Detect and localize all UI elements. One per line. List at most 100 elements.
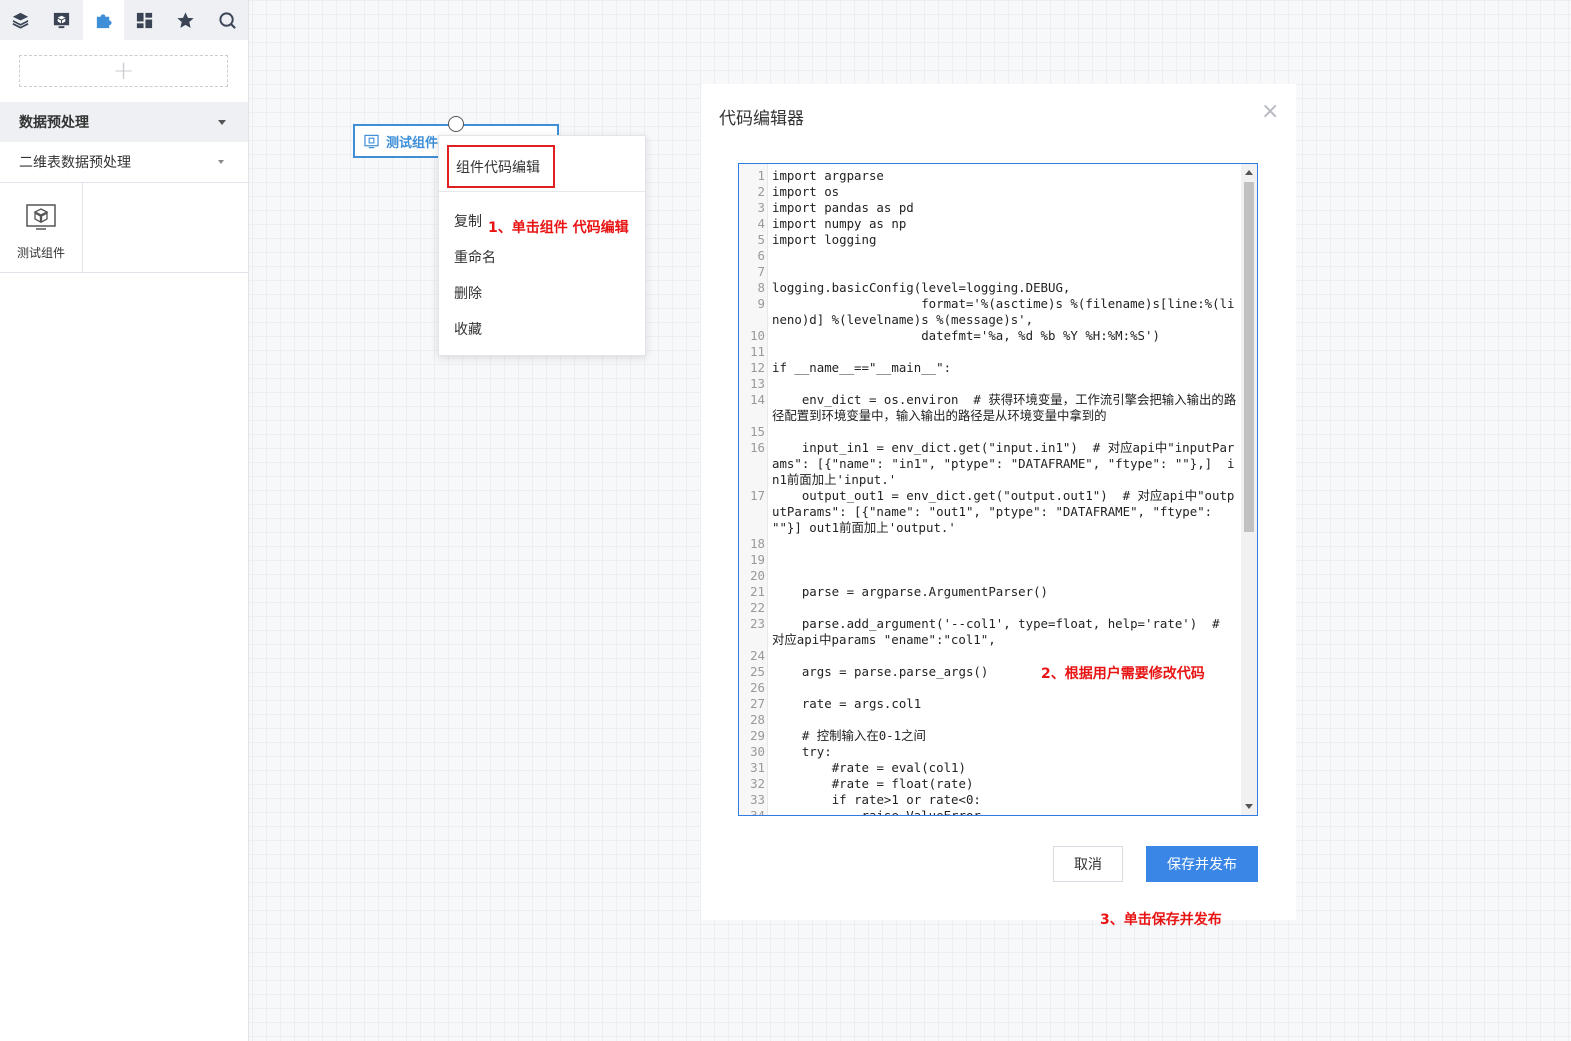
line-text	[765, 568, 1239, 584]
code-editor[interactable]: 1 import argparse 2 import os 3 import pandas…	[738, 163, 1258, 816]
line-number: 6	[757, 248, 765, 263]
line-number: 29	[750, 728, 765, 743]
line-text	[765, 536, 1239, 552]
line-text	[765, 600, 1239, 616]
code-line: 18	[739, 536, 1239, 552]
line-text: input_in1 = env_dict.get("input.in1") # …	[772, 440, 1235, 487]
line-text: try:	[772, 744, 832, 759]
code-line: 8 logging.basicConfig(level=logging.DEBUG…	[739, 280, 1239, 296]
line-number: 31	[750, 760, 765, 775]
code-line: 24	[739, 648, 1239, 664]
menu-item-rename[interactable]: 重命名	[454, 247, 496, 267]
line-text	[765, 344, 1239, 360]
line-text	[765, 264, 1239, 280]
caret-down-icon	[218, 119, 226, 125]
menu-item-edit-code[interactable]: 组件代码编辑	[447, 145, 555, 188]
code-content[interactable]: 1 import argparse 2 import os 3 import pandas…	[739, 168, 1239, 816]
category-data-preprocessing[interactable]: 数据预处理	[0, 102, 248, 142]
code-line: 5 import logging	[739, 232, 1239, 248]
code-line: 28	[739, 712, 1239, 728]
line-number: 18	[750, 536, 765, 551]
scroll-down-icon[interactable]	[1245, 804, 1253, 809]
code-line: 7	[739, 264, 1239, 280]
layers-icon	[12, 12, 29, 29]
menu-item-favorite[interactable]: 收藏	[454, 319, 482, 339]
search-tab[interactable]	[207, 0, 248, 40]
code-line: 19	[739, 552, 1239, 568]
code-line: 2 import os	[739, 184, 1239, 200]
line-number: 7	[757, 264, 765, 279]
line-number: 34	[750, 808, 765, 816]
layers-tab[interactable]	[0, 0, 41, 40]
node-input-port[interactable]	[448, 116, 464, 132]
component-tab[interactable]	[82, 0, 124, 40]
dashboard-tab[interactable]	[124, 0, 165, 40]
node-label: 测试组件	[386, 135, 439, 151]
line-number: 13	[750, 376, 765, 391]
line-number: 32	[750, 776, 765, 791]
code-line: 4 import numpy as np	[739, 216, 1239, 232]
line-text	[765, 648, 1239, 664]
line-text: parse.add_argument('--col1', type=float,…	[772, 616, 1228, 647]
code-line: 34 raise ValueError	[739, 808, 1239, 816]
context-menu: 组件代码编辑 复制 重命名 删除 收藏	[438, 135, 646, 356]
line-text: datefmt='%a, %d %b %Y %H:%M:%S')	[772, 328, 1160, 343]
line-text: #rate = float(rate)	[772, 776, 974, 791]
code-line: 6	[739, 248, 1239, 264]
line-text: # 控制输入在0-1之间	[772, 728, 926, 743]
line-number: 1	[757, 168, 765, 183]
add-component-button[interactable]: +	[19, 55, 228, 87]
subcategory-2d-table[interactable]: 二维表数据预处理	[0, 142, 248, 183]
line-number: 21	[750, 584, 765, 599]
code-line: 15	[739, 424, 1239, 440]
line-number: 15	[750, 424, 765, 439]
search-icon	[219, 11, 236, 29]
line-number: 20	[750, 568, 765, 583]
model-tab[interactable]	[41, 0, 82, 40]
line-number: 11	[750, 344, 765, 359]
line-text: raise ValueError	[772, 808, 981, 816]
line-text: if __name__=="__main__":	[772, 360, 952, 375]
code-line: 23 parse.add_argument('--col1', type=flo…	[739, 616, 1239, 648]
component-sidebar: + 数据预处理 二维表数据预处理 测试组件	[0, 0, 249, 1041]
annotation-step3: 3、单击保存并发布	[1100, 912, 1222, 928]
code-line: 14 env_dict = os.environ # 获得环境变量，工作流引擎会…	[739, 392, 1239, 424]
code-line: 22	[739, 600, 1239, 616]
line-number: 3	[757, 200, 765, 215]
monitor-cube-icon	[54, 12, 70, 28]
code-line: 17 output_out1 = env_dict.get("output.ou…	[739, 488, 1239, 536]
star-icon	[177, 11, 195, 28]
editor-scrollbar[interactable]	[1241, 164, 1257, 815]
line-number: 2	[757, 184, 765, 199]
code-line: 11	[739, 344, 1239, 360]
line-number: 9	[757, 296, 765, 311]
close-icon[interactable]: ×	[1261, 101, 1279, 123]
plus-icon: +	[112, 56, 135, 86]
menu-item-delete[interactable]: 删除	[454, 283, 482, 303]
save-and-publish-button[interactable]: 保存并发布	[1146, 846, 1258, 882]
code-line: 27 rate = args.col1	[739, 696, 1239, 712]
line-text: import argparse	[772, 168, 884, 183]
scroll-thumb[interactable]	[1244, 182, 1254, 532]
line-number: 28	[750, 712, 765, 727]
subcategory-label: 二维表数据预处理	[19, 155, 131, 171]
line-number: 25	[750, 664, 765, 679]
component-tile-test[interactable]: 测试组件	[0, 183, 83, 273]
code-line: 21 parse = argparse.ArgumentParser()	[739, 584, 1239, 600]
menu-item-copy[interactable]: 复制	[454, 211, 482, 231]
favorites-tab[interactable]	[165, 0, 206, 40]
cancel-button[interactable]: 取消	[1053, 846, 1123, 882]
line-text: import os	[772, 184, 840, 199]
code-line: 9 format='%(asctime)s %(filename)s[line:…	[739, 296, 1239, 328]
code-line: 32 #rate = float(rate)	[739, 776, 1239, 792]
line-number: 14	[750, 392, 765, 407]
line-number: 23	[750, 616, 765, 631]
scroll-up-icon[interactable]	[1245, 170, 1253, 175]
line-number: 19	[750, 552, 765, 567]
code-line: 10 datefmt='%a, %d %b %Y %H:%M:%S')	[739, 328, 1239, 344]
line-text	[765, 712, 1239, 728]
line-text: #rate = eval(col1)	[772, 760, 966, 775]
component-list: 测试组件	[0, 183, 248, 273]
line-number: 5	[757, 232, 765, 247]
code-line: 30 try:	[739, 744, 1239, 760]
